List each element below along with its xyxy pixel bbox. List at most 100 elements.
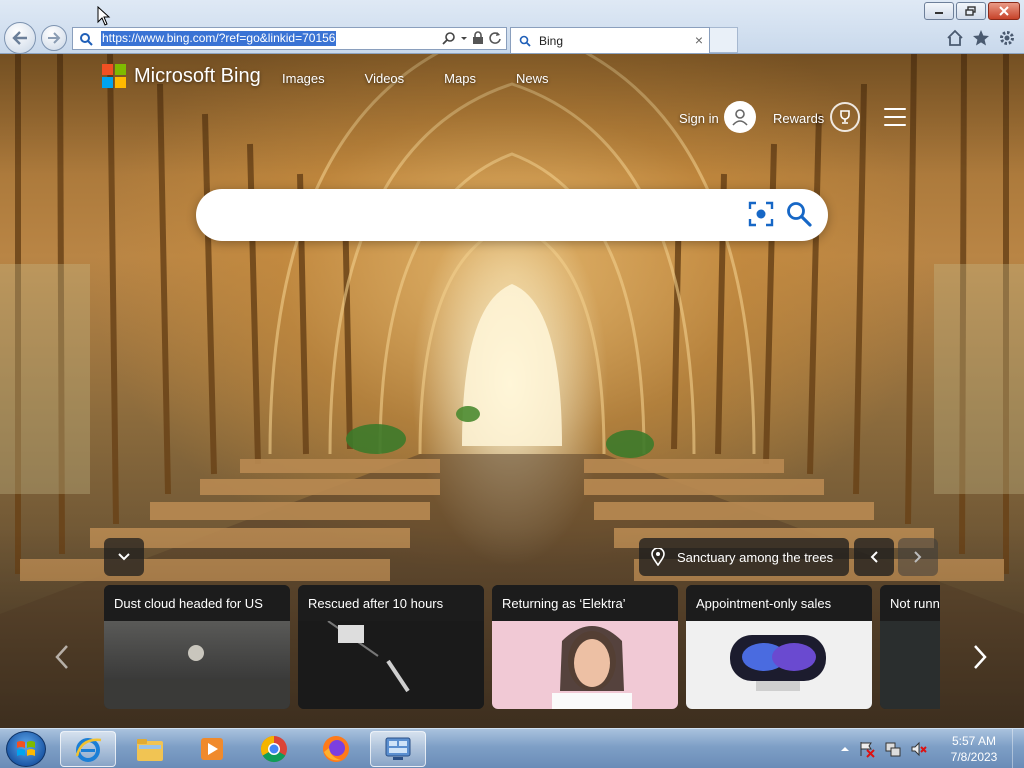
network-icon[interactable] bbox=[884, 740, 902, 758]
taskbar-control-panel[interactable] bbox=[370, 731, 426, 767]
restore-button[interactable] bbox=[956, 2, 986, 20]
minimize-icon bbox=[935, 12, 943, 14]
browser-chrome: https://www.bing.com/?ref=go&linkid=7015… bbox=[0, 0, 1024, 54]
chevron-down-icon bbox=[118, 553, 130, 561]
chevron-right-icon bbox=[914, 551, 922, 563]
trophy-icon bbox=[840, 110, 850, 124]
news-card-title: Returning as ‘Elektra’ bbox=[492, 585, 678, 621]
folder-icon bbox=[137, 739, 163, 761]
taskbar-chrome[interactable] bbox=[246, 731, 302, 767]
carousel-previous-icon[interactable] bbox=[52, 644, 72, 670]
volume-muted-icon[interactable] bbox=[910, 740, 928, 758]
image-caption: Sanctuary among the trees bbox=[677, 549, 834, 565]
next-image-button[interactable] bbox=[898, 538, 938, 576]
bing-favicon-icon bbox=[80, 32, 93, 46]
tab-title: Bing bbox=[539, 33, 564, 48]
settings-gear-icon[interactable] bbox=[998, 29, 1016, 47]
news-card[interactable]: Returning as ‘Elektra’ bbox=[492, 585, 678, 709]
control-panel-icon bbox=[385, 737, 411, 760]
tab-search-icon bbox=[519, 35, 531, 47]
dropdown-chevron-icon[interactable] bbox=[460, 31, 468, 45]
browser-tools bbox=[946, 29, 1016, 47]
new-tab-button[interactable] bbox=[710, 27, 738, 53]
location-pin-icon bbox=[651, 548, 665, 566]
system-clock[interactable]: 5:57 AM 7/8/2023 bbox=[946, 733, 1002, 765]
bing-homepage: Microsoft Bing Images Videos Maps News S… bbox=[0, 54, 1024, 728]
news-card-title: Appointment-only sales bbox=[686, 585, 872, 621]
taskbar-internet-explorer[interactable] bbox=[60, 731, 116, 767]
search-input[interactable] bbox=[220, 199, 740, 231]
taskbar-firefox[interactable] bbox=[308, 731, 364, 767]
minimize-button[interactable] bbox=[924, 2, 954, 20]
rewards-trophy-icon[interactable] bbox=[830, 102, 860, 132]
top-navigation: Images Videos Maps News bbox=[282, 71, 588, 86]
lock-icon[interactable] bbox=[472, 31, 484, 45]
windows-taskbar: 5:57 AM 7/8/2023 bbox=[0, 728, 1024, 768]
tab-close-icon[interactable]: × bbox=[695, 33, 703, 47]
news-card[interactable]: Appointment-only sales bbox=[686, 585, 872, 709]
search-box[interactable] bbox=[196, 189, 828, 241]
nav-videos[interactable]: Videos bbox=[365, 71, 405, 86]
taskbar-media-player[interactable] bbox=[184, 731, 240, 767]
show-desktop-button[interactable] bbox=[1012, 729, 1024, 768]
news-card-title: Rescued after 10 hours bbox=[298, 585, 484, 621]
home-icon[interactable] bbox=[946, 29, 964, 47]
news-card-image bbox=[492, 621, 678, 709]
visual-search-icon[interactable] bbox=[748, 201, 774, 227]
restore-icon bbox=[965, 6, 976, 16]
chevron-left-icon bbox=[870, 551, 878, 563]
windows-logo-icon bbox=[17, 741, 35, 756]
bing-logo[interactable]: Microsoft Bing bbox=[102, 64, 261, 88]
refresh-icon[interactable] bbox=[488, 31, 502, 45]
avatar[interactable] bbox=[724, 101, 756, 133]
clock-time: 5:57 AM bbox=[951, 734, 997, 748]
logo-text: Microsoft Bing bbox=[134, 64, 261, 87]
news-card-image bbox=[298, 621, 484, 709]
start-button[interactable] bbox=[6, 731, 46, 767]
back-arrow-icon bbox=[12, 31, 27, 45]
news-card-title: Not runn bbox=[880, 585, 940, 621]
url-text[interactable]: https://www.bing.com/?ref=go&linkid=7015… bbox=[101, 31, 337, 46]
news-card[interactable]: Dust cloud headed for US bbox=[104, 585, 290, 709]
news-card-image bbox=[880, 621, 940, 709]
hamburger-menu-icon[interactable] bbox=[884, 108, 906, 126]
sign-in-link[interactable]: Sign in bbox=[679, 111, 719, 126]
collapse-feed-button[interactable] bbox=[104, 538, 144, 576]
user-icon bbox=[732, 109, 748, 126]
nav-news[interactable]: News bbox=[516, 71, 549, 86]
forward-arrow-icon bbox=[48, 32, 61, 44]
tab-bing[interactable]: Bing × bbox=[510, 27, 710, 53]
news-carousel: Dust cloud headed for US Rescued after 1… bbox=[104, 585, 940, 709]
show-hidden-icons-icon[interactable] bbox=[840, 744, 850, 754]
close-window-button[interactable] bbox=[988, 2, 1020, 20]
news-card[interactable]: Not runn bbox=[880, 585, 940, 709]
news-card-title: Dust cloud headed for US bbox=[104, 585, 290, 621]
forward-button[interactable] bbox=[41, 25, 67, 51]
news-card[interactable]: Rescued after 10 hours bbox=[298, 585, 484, 709]
back-button[interactable] bbox=[4, 22, 36, 54]
microsoft-logo-icon bbox=[102, 64, 126, 88]
chrome-icon bbox=[260, 735, 287, 763]
action-center-flag-icon[interactable] bbox=[858, 740, 876, 758]
address-tools bbox=[442, 31, 502, 45]
internet-explorer-icon bbox=[75, 738, 102, 762]
address-bar[interactable]: https://www.bing.com/?ref=go&linkid=7015… bbox=[72, 27, 507, 50]
media-player-icon bbox=[201, 738, 223, 760]
favorites-star-icon[interactable] bbox=[972, 29, 990, 47]
window-controls bbox=[924, 2, 1020, 20]
news-card-image bbox=[686, 621, 872, 709]
carousel-next-icon[interactable] bbox=[970, 644, 990, 670]
nav-maps[interactable]: Maps bbox=[444, 71, 476, 86]
previous-image-button[interactable] bbox=[854, 538, 894, 576]
mouse-cursor-icon bbox=[97, 6, 111, 26]
firefox-icon bbox=[323, 736, 349, 762]
search-icon[interactable] bbox=[442, 31, 456, 45]
taskbar-file-explorer[interactable] bbox=[122, 731, 178, 767]
nav-images[interactable]: Images bbox=[282, 71, 325, 86]
close-icon bbox=[999, 6, 1009, 16]
clock-date: 7/8/2023 bbox=[950, 750, 998, 764]
image-info-button[interactable]: Sanctuary among the trees bbox=[639, 538, 849, 576]
news-card-image bbox=[104, 621, 290, 709]
search-submit-icon[interactable] bbox=[786, 201, 812, 227]
rewards-link[interactable]: Rewards bbox=[773, 111, 824, 126]
